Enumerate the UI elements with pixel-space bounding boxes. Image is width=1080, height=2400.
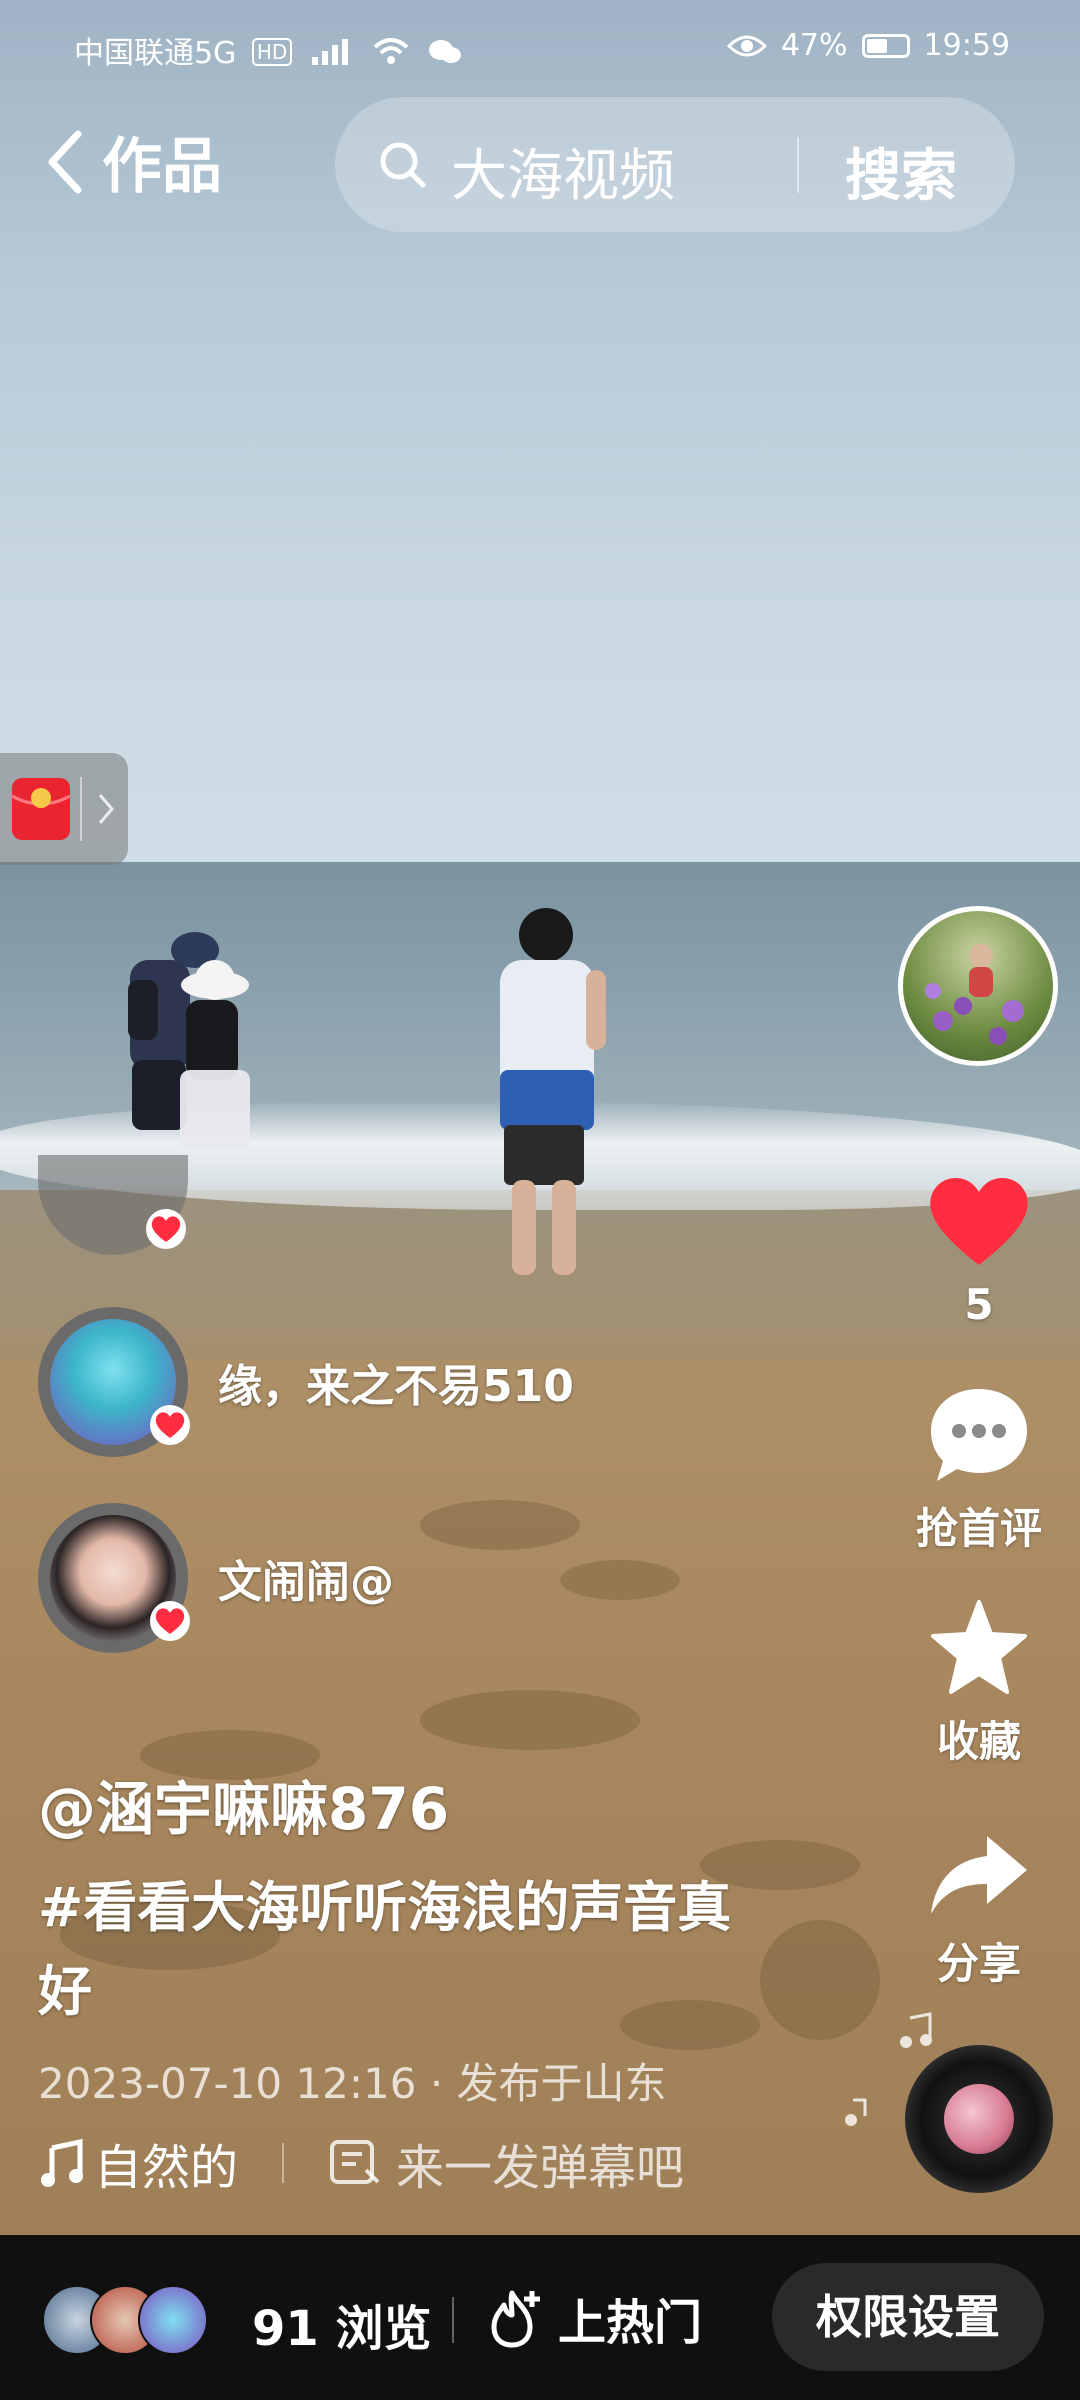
- search-button[interactable]: 搜索: [845, 131, 957, 212]
- battery-icon: [861, 33, 910, 58]
- post-meta: 2023-07-10 12:16 · 发布于山东: [38, 2059, 667, 2108]
- avatar: [38, 1503, 190, 1653]
- bottom-bar: 91 浏览 上热门 权限设置: [0, 2235, 1080, 2400]
- liker-partial[interactable]: [38, 1155, 188, 1255]
- star-icon: [931, 1600, 1027, 1694]
- avatar: [138, 2285, 208, 2355]
- post-description[interactable]: #看看大海听听海浪的声音真好: [38, 1866, 738, 2034]
- heart-badge-icon: [150, 1601, 190, 1641]
- music-note-icon: [41, 2138, 83, 2187]
- clock: 19:59: [923, 28, 1010, 63]
- danmaku-input[interactable]: 来一发弹幕吧: [396, 2128, 684, 2198]
- author-handle[interactable]: @涵宇嘛嘛876: [38, 1762, 449, 1846]
- red-packet-tab[interactable]: [0, 753, 128, 865]
- comment-icon: [931, 1389, 1027, 1481]
- music-row: 自然的 来一发弹幕吧: [38, 2128, 684, 2198]
- share-label: 分享: [936, 1939, 1021, 1988]
- permission-settings-button[interactable]: 权限设置: [772, 2263, 1044, 2371]
- search-input[interactable]: 大海视频: [451, 131, 675, 212]
- heart-badge-icon: [150, 1405, 190, 1445]
- battery-percent: 47%: [780, 28, 848, 63]
- avatar-image: [925, 944, 1024, 1045]
- favorite-button[interactable]: 收藏: [899, 1598, 1059, 1769]
- comment-button[interactable]: 抢首评: [899, 1385, 1059, 1556]
- status-bar: 中国联通5G HD 47% 19:59: [0, 20, 1080, 80]
- comment-label: 抢首评: [915, 1504, 1042, 1553]
- creator-avatar[interactable]: [898, 906, 1058, 1066]
- heart-badge-icon: [146, 1209, 186, 1249]
- music-divider: [282, 2143, 285, 2183]
- like-button[interactable]: 5: [899, 1170, 1059, 1329]
- favorite-label: 收藏: [936, 1717, 1021, 1766]
- like-count: 5: [964, 1280, 994, 1329]
- avatar: [38, 1155, 188, 1255]
- liker-name: 文闹闹@: [218, 1557, 394, 1608]
- tab-divider: [80, 777, 82, 841]
- promote-button[interactable]: 上热门: [488, 2283, 702, 2353]
- chevron-left-icon: [48, 130, 82, 193]
- danmaku-icon: [330, 2140, 380, 2184]
- liker-item[interactable]: 缘，来之不易510: [38, 1307, 574, 1457]
- music-note-icon: [900, 2012, 932, 2048]
- music-cover: [944, 2084, 1014, 2154]
- back-button[interactable]: 作品: [44, 118, 222, 205]
- wechat-icon: [428, 40, 461, 63]
- liker-item[interactable]: 文闹闹@: [38, 1503, 394, 1653]
- chevron-right-icon: [98, 794, 114, 824]
- music-note-small-icon: [845, 2098, 867, 2126]
- search-icon: [380, 142, 426, 188]
- wifi-icon: [374, 38, 409, 64]
- view-count[interactable]: 91 浏览: [252, 2289, 432, 2359]
- search-bar[interactable]: 大海视频 搜索: [335, 97, 1015, 232]
- avatar: [38, 1307, 190, 1457]
- red-packet-icon: [11, 778, 71, 840]
- carrier-name: 中国联通5G: [74, 36, 237, 71]
- hd-badge: HD: [251, 38, 293, 66]
- page-title: 作品: [102, 132, 222, 202]
- share-arrow-icon: [931, 1836, 1027, 1914]
- heart-icon: [930, 1177, 1028, 1265]
- signal-icon: [311, 39, 348, 65]
- share-button[interactable]: 分享: [899, 1830, 1059, 1991]
- music-title[interactable]: 自然的: [94, 2128, 238, 2198]
- music-disc[interactable]: [905, 2045, 1053, 2193]
- bottom-divider: [452, 2297, 454, 2343]
- liker-name: 缘，来之不易510: [218, 1361, 574, 1412]
- flame-plus-icon: [491, 2290, 540, 2348]
- promote-label: 上热门: [558, 2295, 703, 2351]
- search-divider: [797, 137, 799, 193]
- eye-icon: [726, 35, 767, 56]
